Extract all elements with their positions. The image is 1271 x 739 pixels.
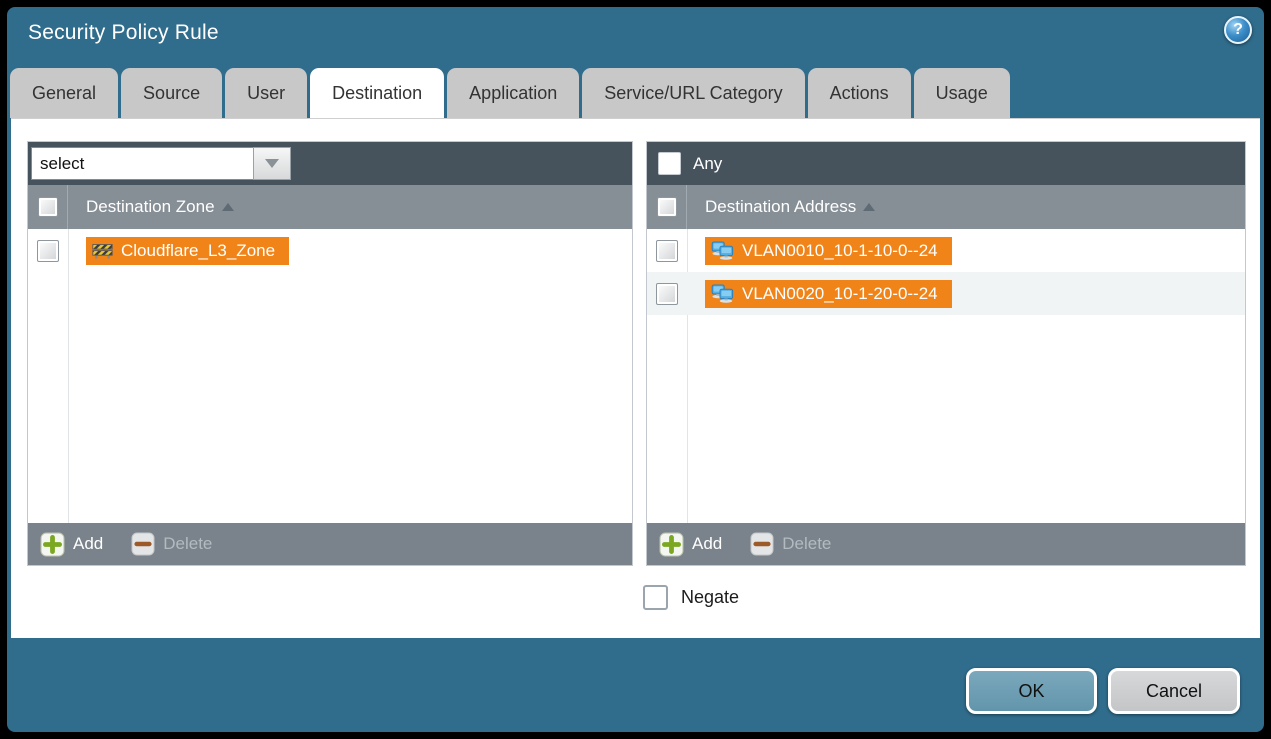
address-panel-toolbar: Any: [647, 142, 1245, 185]
zone-column-header[interactable]: Destination Zone: [86, 197, 234, 217]
zone-delete-button[interactable]: Delete: [131, 532, 212, 556]
negate-toggle[interactable]: Negate: [643, 585, 739, 610]
address-entry-chip[interactable]: VLAN0020_10-1-20-0--24: [705, 280, 952, 308]
tab-bar: General Source User Destination Applicat…: [10, 68, 1010, 118]
cancel-button[interactable]: Cancel: [1108, 668, 1240, 714]
add-icon: [40, 532, 65, 557]
network-address-icon: [711, 284, 734, 303]
address-list-body: VLAN0010_10-1-10-0--24: [647, 229, 1245, 523]
zone-barrier-icon: [92, 243, 113, 259]
sort-asc-icon: [222, 203, 234, 211]
any-checkbox[interactable]: [658, 152, 681, 175]
zone-row-checkbox[interactable]: [37, 240, 59, 262]
dialog-title: Security Policy Rule: [28, 21, 219, 45]
address-row-checkbox[interactable]: [656, 283, 678, 305]
zone-select-input[interactable]: [31, 147, 253, 180]
address-entry-label: VLAN0020_10-1-20-0--24: [742, 284, 938, 304]
tab-actions[interactable]: Actions: [808, 68, 911, 118]
zone-panel-toolbar: [28, 142, 632, 185]
table-row[interactable]: VLAN0010_10-1-10-0--24: [647, 229, 1245, 272]
zone-add-button[interactable]: Add: [40, 532, 103, 557]
address-entry-chip[interactable]: VLAN0010_10-1-10-0--24: [705, 237, 952, 265]
security-policy-rule-dialog: Security Policy Rule ? General Source Us…: [7, 7, 1264, 732]
tab-destination[interactable]: Destination: [310, 68, 444, 118]
zone-entry-chip[interactable]: Cloudflare_L3_Zone: [86, 237, 289, 265]
destination-zone-panel: Destination Zone: [27, 141, 633, 566]
chevron-down-icon: [265, 159, 279, 168]
tab-service-url-category[interactable]: Service/URL Category: [582, 68, 804, 118]
zone-list-body: Cloudflare_L3_Zone: [28, 229, 632, 523]
network-address-icon: [711, 241, 734, 260]
address-delete-label: Delete: [782, 534, 831, 554]
address-panel-footer: Add Delete: [647, 523, 1245, 565]
address-column-header-row: Destination Address: [647, 185, 1245, 229]
ok-button[interactable]: OK: [966, 668, 1097, 714]
address-column-header[interactable]: Destination Address: [705, 197, 875, 217]
delete-icon: [750, 532, 774, 556]
tab-usage[interactable]: Usage: [914, 68, 1010, 118]
destination-address-panel: Any Destination Address: [646, 141, 1246, 566]
address-select-all-checkbox[interactable]: [657, 197, 677, 217]
negate-label: Negate: [681, 587, 739, 608]
zone-select-dropdown-button[interactable]: [253, 147, 291, 180]
any-toggle[interactable]: Any: [650, 152, 722, 175]
tab-user[interactable]: User: [225, 68, 307, 118]
tab-application[interactable]: Application: [447, 68, 579, 118]
delete-icon: [131, 532, 155, 556]
address-add-button[interactable]: Add: [659, 532, 722, 557]
table-row[interactable]: Cloudflare_L3_Zone: [28, 229, 632, 272]
destination-tab-content: Destination Zone: [11, 118, 1260, 638]
address-entry-label: VLAN0010_10-1-10-0--24: [742, 241, 938, 261]
address-select-all-cell: [647, 185, 687, 229]
zone-delete-label: Delete: [163, 534, 212, 554]
address-column-header-label: Destination Address: [705, 197, 856, 217]
sort-asc-icon: [863, 203, 875, 211]
table-row[interactable]: VLAN0020_10-1-20-0--24: [647, 272, 1245, 315]
add-icon: [659, 532, 684, 557]
address-add-label: Add: [692, 534, 722, 554]
help-icon[interactable]: ?: [1224, 16, 1252, 44]
zone-select-all-checkbox[interactable]: [38, 197, 58, 217]
negate-checkbox[interactable]: [643, 585, 668, 610]
zone-column-header-row: Destination Zone: [28, 185, 632, 229]
zone-entry-label: Cloudflare_L3_Zone: [121, 241, 275, 261]
tab-general[interactable]: General: [10, 68, 118, 118]
zone-add-label: Add: [73, 534, 103, 554]
address-delete-button[interactable]: Delete: [750, 532, 831, 556]
any-label: Any: [693, 154, 722, 174]
address-row-checkbox[interactable]: [656, 240, 678, 262]
tab-source[interactable]: Source: [121, 68, 222, 118]
zone-column-header-label: Destination Zone: [86, 197, 215, 217]
zone-panel-footer: Add Delete: [28, 523, 632, 565]
zone-select-combo: [31, 147, 291, 180]
zone-select-all-cell: [28, 185, 68, 229]
